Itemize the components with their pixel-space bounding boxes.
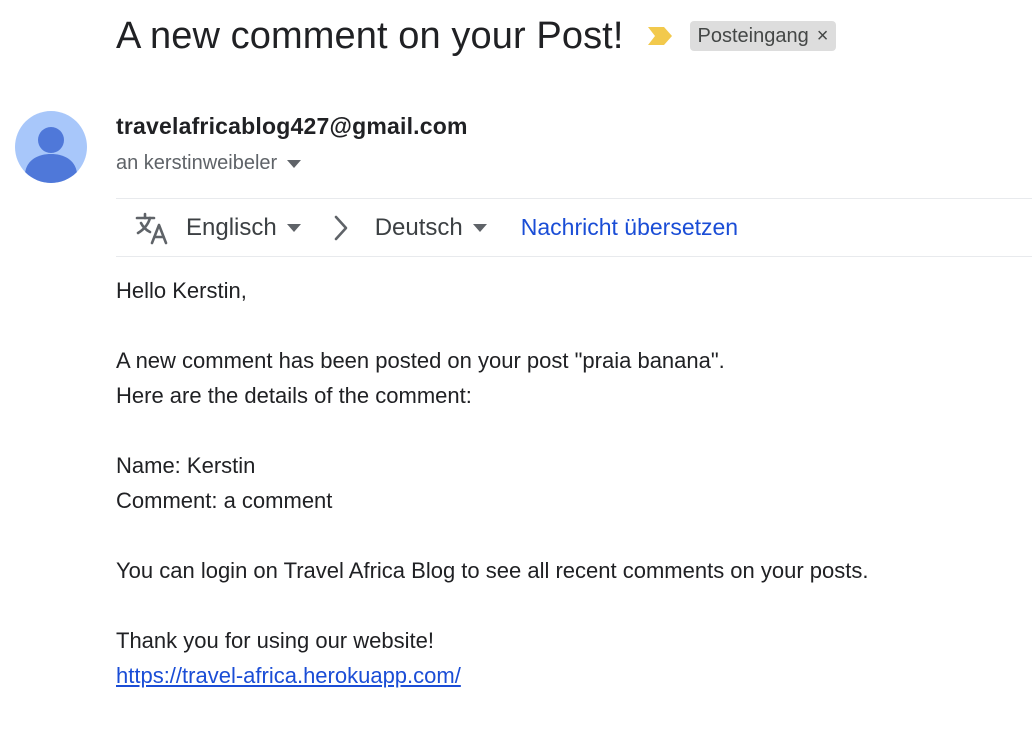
translate-icon	[134, 210, 170, 246]
label-remove-icon[interactable]: ×	[817, 26, 829, 46]
source-language-label: Englisch	[186, 213, 277, 241]
chevron-down-icon[interactable]	[287, 159, 302, 169]
source-language-select[interactable]: Englisch	[186, 214, 301, 242]
translate-bar-bottom-divider	[116, 256, 1032, 257]
person-avatar-icon	[25, 127, 77, 183]
label-chip-text: Posteingang	[697, 24, 809, 47]
comment-text: Comment: a comment	[116, 488, 333, 513]
recipient-details-toggle[interactable]: an kerstinweibeler	[116, 152, 302, 175]
translate-message-link[interactable]: Nachricht übersetzen	[521, 214, 738, 241]
comment-name: Name: Kerstin	[116, 453, 256, 478]
email-subject: A new comment on your Post!	[116, 14, 624, 57]
importance-marker-icon[interactable]	[647, 26, 674, 46]
sender-avatar[interactable]	[15, 111, 87, 183]
target-language-select[interactable]: Deutsch	[375, 214, 487, 242]
target-language-label: Deutsch	[374, 213, 463, 241]
greeting: Hello Kerstin,	[116, 278, 247, 303]
subject-row: A new comment on your Post! Posteingang …	[116, 12, 837, 60]
chevron-right-icon	[331, 214, 351, 242]
thanks-line: Thank you for using our website!	[116, 628, 434, 653]
website-link[interactable]: https://travel-africa.herokuapp.com/	[116, 663, 461, 688]
chevron-down-icon	[472, 223, 487, 233]
sender-email[interactable]: travelafricablog427@gmail.com	[116, 113, 468, 140]
label-chip-inbox: Posteingang ×	[689, 21, 837, 51]
body-line-2: Here are the details of the comment:	[116, 383, 472, 408]
body-line-1: A new comment has been posted on your po…	[116, 348, 725, 373]
translate-bar: Englisch Deutsch Nachricht übersetzen	[116, 199, 1032, 256]
chevron-down-icon	[286, 223, 301, 233]
recipient-line: an kerstinweibeler	[116, 152, 278, 174]
email-view: A new comment on your Post! Posteingang …	[0, 0, 1032, 746]
message-body: Hello Kerstin, A new comment has been po…	[116, 273, 1016, 693]
login-info: You can login on Travel Africa Blog to s…	[116, 558, 869, 583]
